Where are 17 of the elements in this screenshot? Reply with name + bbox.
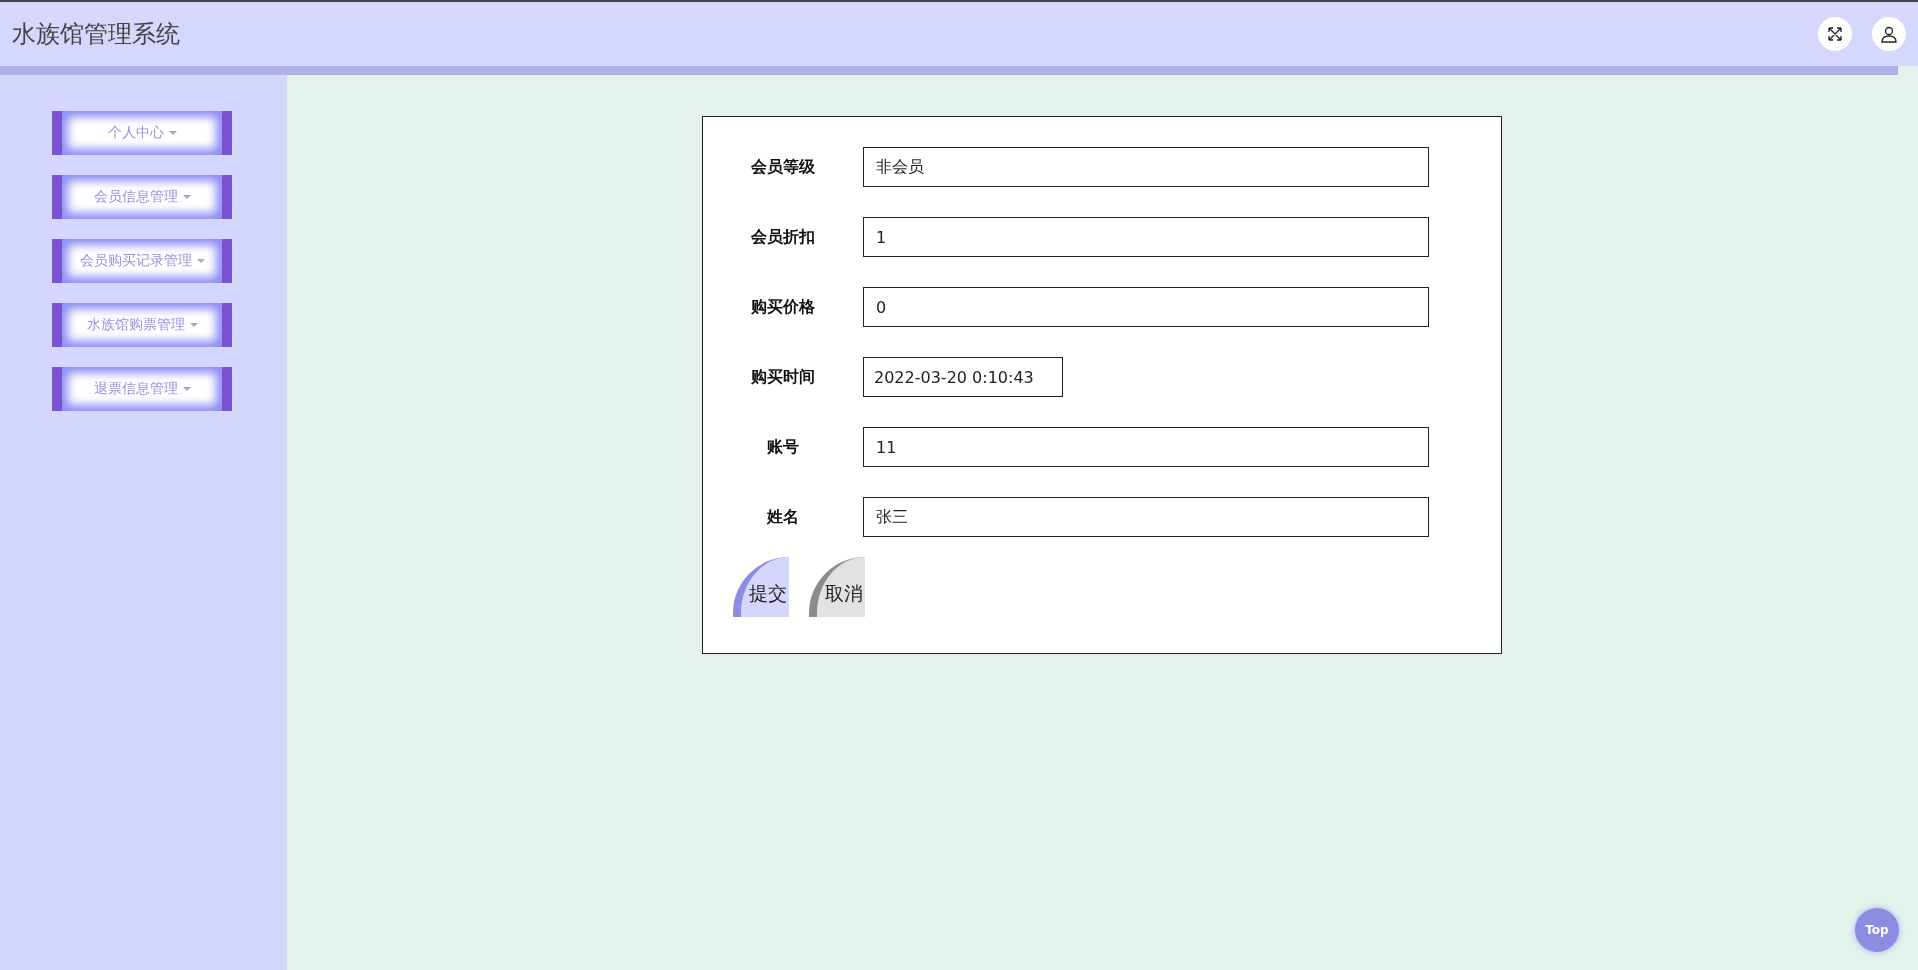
field-label: 购买价格 (750, 296, 816, 318)
field-label: 购买时间 (750, 366, 816, 388)
fullscreen-icon[interactable] (1818, 17, 1852, 51)
field-label: 会员折扣 (750, 226, 816, 248)
app-title: 水族馆管理系统 (12, 19, 181, 50)
input-field[interactable]: 11 (863, 427, 1429, 467)
input-field[interactable]: 0 (863, 287, 1429, 327)
input-field[interactable]: 2022-03-20 0:10:43 (863, 357, 1063, 397)
input-field[interactable]: 张三 (863, 497, 1429, 537)
user-icon[interactable] (1872, 17, 1906, 51)
input-field[interactable]: 非会员 (863, 147, 1429, 187)
field-label: 账号 (766, 436, 800, 458)
input-field[interactable]: 1 (863, 217, 1429, 257)
cancel-button[interactable]: 取消 (809, 557, 865, 617)
field-label: 会员等级 (750, 156, 816, 178)
submit-button[interactable]: 提交 (733, 557, 789, 617)
field-label: 姓名 (765, 506, 800, 528)
